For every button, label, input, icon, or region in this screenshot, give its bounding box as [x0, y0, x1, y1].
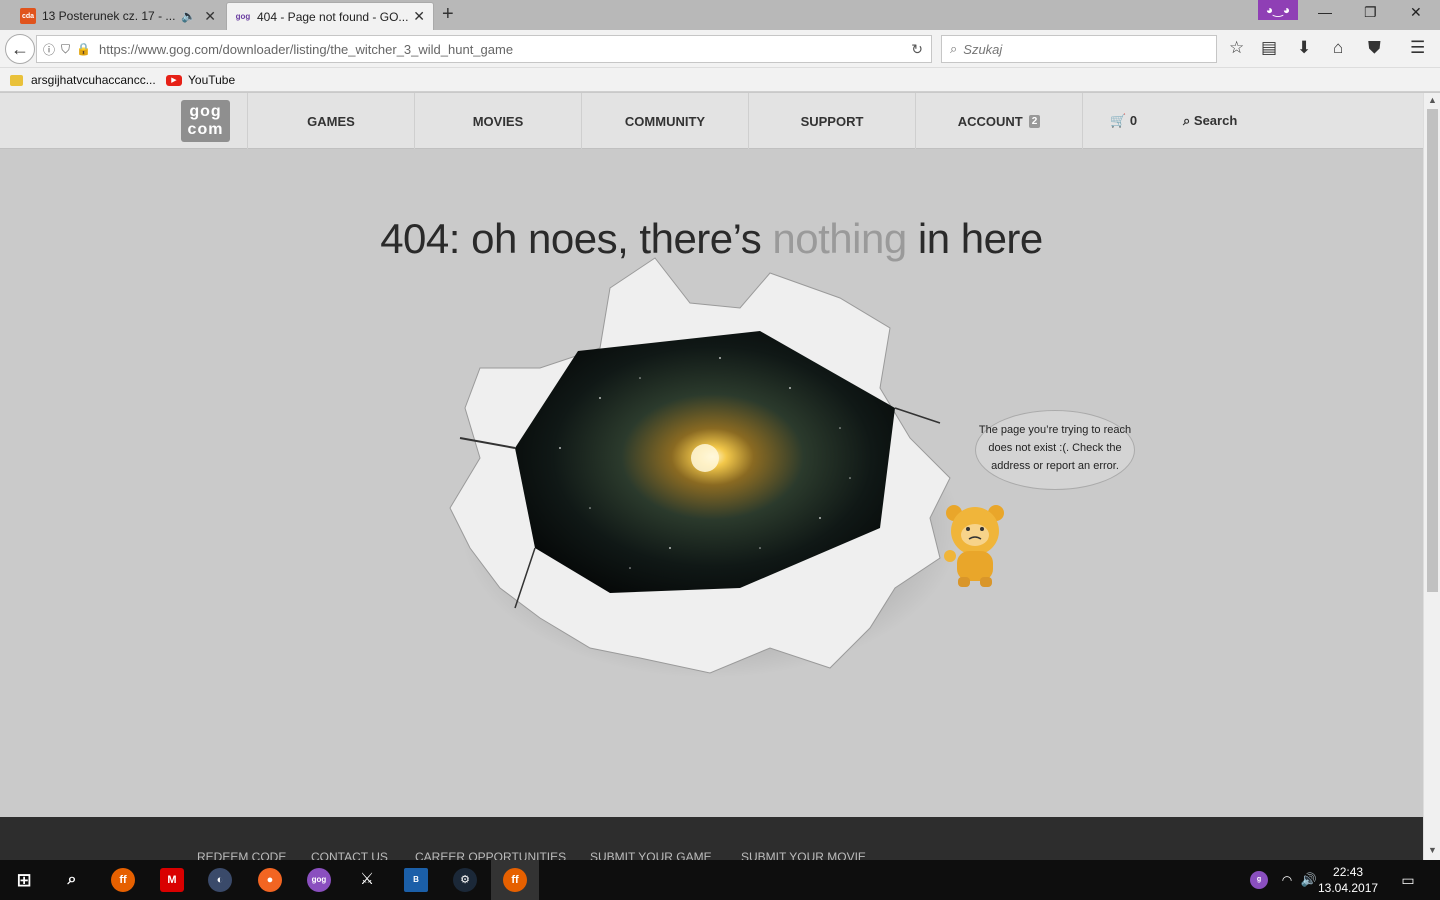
witcher-icon[interactable]: ⚔ — [355, 868, 379, 892]
crack — [894, 407, 941, 424]
lock-icon[interactable]: 🔒 — [76, 42, 91, 56]
battlenet-icon[interactable]: B — [404, 868, 428, 892]
tab-gog-404[interactable]: gog 404 - Page not found - GO... ✕ — [226, 2, 434, 30]
windows-taskbar: ⊞ ⌕ ff M ◐ ● gog ⚔ B ⚙ ff g ◠ 🔊 22:43 13… — [0, 860, 1440, 900]
maximize-icon[interactable]: ❐ — [1364, 4, 1377, 21]
folder-icon — [10, 74, 23, 86]
gog-search-label: Search — [1193, 113, 1238, 128]
nav-games[interactable]: GAMES — [247, 93, 414, 149]
gog-search-button[interactable]: ⌕ Search — [1183, 113, 1237, 129]
tab-title: 404 - Page not found - GO... — [257, 9, 409, 24]
speech-bubble: The page you’re trying to reach does not… — [975, 410, 1135, 490]
search-icon[interactable]: ⌕ — [60, 868, 84, 892]
firefox-active-icon[interactable]: ff — [503, 868, 527, 892]
tab-title: 13 Posterunek cz. 17 - ... — [42, 9, 176, 23]
search-icon: ⌕ — [950, 41, 958, 56]
nav-divider — [1082, 93, 1083, 149]
cda-favicon-icon: cda — [20, 8, 36, 24]
origin-icon[interactable]: ◐ — [208, 868, 232, 892]
footer-redeem-code[interactable]: REDEEM CODE — [197, 850, 286, 860]
footer-submit-game[interactable]: SUBMIT YOUR GAME — [590, 850, 712, 860]
tray-gog-icon[interactable]: g — [1250, 871, 1268, 889]
steam-icon[interactable]: ⚙ — [453, 868, 477, 892]
bookmark-folder[interactable]: arsgijhatvcuhaccancc... — [10, 73, 156, 87]
bookmark-label: arsgijhatvcuhaccancc... — [31, 73, 156, 87]
gog-logo[interactable]: gog com — [181, 100, 230, 142]
close-window-icon[interactable]: ✕ — [1410, 4, 1422, 21]
search-icon: ⌕ — [1183, 113, 1191, 128]
nav-account-label: ACCOUNT — [957, 113, 1023, 129]
new-tab-icon[interactable]: + — [442, 3, 454, 26]
firefox-icon[interactable]: ff — [111, 868, 135, 892]
url-input[interactable] — [98, 41, 879, 57]
footer-career[interactable]: CAREER OPPORTUNITIES — [415, 850, 566, 860]
logo-line1: gog — [189, 103, 222, 120]
menu-icon[interactable]: ☰ — [1410, 38, 1425, 58]
taskbar-clock[interactable]: 22:43 13.04.2017 — [1318, 864, 1378, 896]
cart-count: 0 — [1129, 113, 1138, 128]
clock-time: 22:43 — [1333, 865, 1364, 879]
browser-tabbar: cda 13 Posterunek cz. 17 - ... 🔈 ✕ gog 4… — [0, 0, 1440, 30]
home-icon[interactable]: ⌂ — [1333, 38, 1343, 58]
footer-submit-movie[interactable]: SUBMIT YOUR MOVIE — [741, 850, 866, 860]
browser-navbar: ← ⓘ ⛉ 🔒 ↻ ⌕ ☆ ▤ ⬇ ⌂ ⛊ ☰ — [0, 30, 1440, 68]
nav-movies[interactable]: MOVIES — [414, 93, 581, 149]
tracking-shield-icon[interactable]: ⛉ — [61, 42, 70, 57]
close-tab-icon[interactable]: ✕ — [204, 8, 216, 25]
app-icon[interactable]: ● — [258, 868, 282, 892]
url-bar[interactable]: ⓘ ⛉ 🔒 ↻ — [36, 35, 932, 63]
windows-start-icon[interactable]: ⊞ — [12, 868, 36, 892]
speaker-icon[interactable]: 🔈 — [181, 9, 196, 23]
back-button[interactable]: ← — [5, 34, 35, 64]
scroll-up-icon[interactable]: ▲ — [1428, 95, 1437, 105]
tab-posterunek[interactable]: cda 13 Posterunek cz. 17 - ... 🔈 ✕ — [12, 2, 224, 30]
bookmark-label: YouTube — [188, 73, 236, 87]
nav-community[interactable]: COMMUNITY — [581, 93, 748, 149]
download-icon[interactable]: ⬇ — [1297, 38, 1311, 58]
footer-contact-us[interactable]: CONTACT US — [311, 850, 388, 860]
private-browsing-mask-icon: ◕‿◕ — [1258, 0, 1298, 20]
minimize-icon[interactable]: — — [1318, 4, 1332, 20]
scrollbar-thumb[interactable] — [1427, 109, 1438, 592]
bookmark-youtube[interactable]: ▶ YouTube — [166, 73, 235, 87]
gog-topnav: gog com GAMES MOVIES COMMUNITY SUPPORT A… — [0, 93, 1423, 149]
pocket-icon[interactable]: ⛊ — [1368, 38, 1381, 58]
search-bar[interactable]: ⌕ — [941, 35, 1217, 63]
bookmark-star-icon[interactable]: ☆ — [1229, 38, 1244, 58]
info-icon[interactable]: ⓘ — [43, 41, 55, 58]
cart-icon: 🛒 — [1110, 113, 1127, 128]
gog-favicon-icon: gog — [235, 12, 251, 21]
clock-date: 13.04.2017 — [1318, 881, 1379, 895]
youtube-icon: ▶ — [166, 74, 182, 86]
gog-footer: REDEEM CODE CONTACT US CAREER OPPORTUNIT… — [0, 817, 1423, 860]
search-input[interactable] — [963, 41, 1204, 57]
reading-list-icon[interactable]: ▤ — [1261, 38, 1277, 58]
cart-button[interactable]: 🛒 0 — [1110, 113, 1137, 129]
account-badge: 2 — [1028, 114, 1041, 128]
torn-paper-hole-illustration — [449, 257, 960, 678]
reload-icon[interactable]: ↻ — [911, 41, 923, 58]
nav-account[interactable]: ACCOUNT 2 — [915, 93, 1082, 149]
nav-support[interactable]: SUPPORT — [748, 93, 915, 149]
bookmarks-bar: arsgijhatvcuhaccancc... ▶ YouTube — [0, 68, 1440, 92]
logo-line2: com — [187, 121, 224, 138]
notifications-icon[interactable]: ▭ — [1396, 868, 1420, 892]
page-viewport: gog com GAMES MOVIES COMMUNITY SUPPORT A… — [0, 93, 1423, 860]
gog-mascot-icon — [944, 505, 1004, 587]
galaxy-core — [691, 444, 719, 472]
gog-galaxy-icon[interactable]: gog — [307, 868, 331, 892]
mega-icon[interactable]: M — [160, 868, 184, 892]
scroll-down-icon[interactable]: ▼ — [1428, 845, 1437, 855]
page-scrollbar[interactable]: ▲ ▼ — [1423, 93, 1440, 860]
wifi-icon[interactable]: ◠ — [1275, 868, 1299, 892]
close-tab-icon[interactable]: ✕ — [413, 8, 425, 25]
